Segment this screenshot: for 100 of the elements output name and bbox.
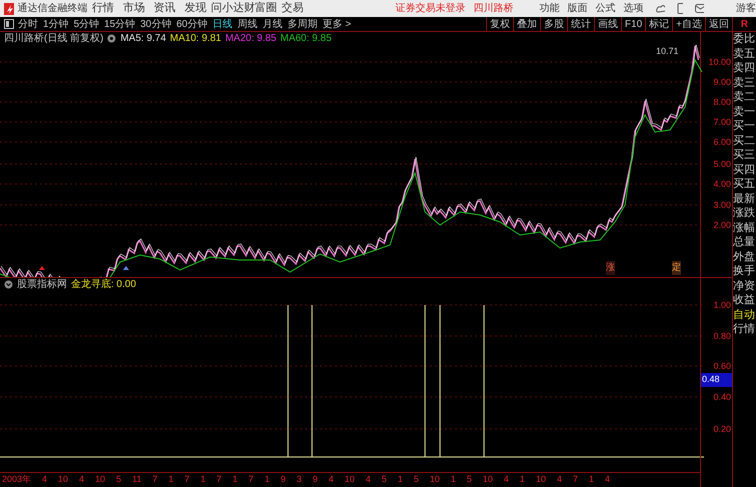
panel-toggle-icon[interactable]	[4, 19, 14, 29]
current-value-label: 0.48	[701, 373, 732, 386]
date-label: 7	[184, 473, 190, 486]
quote-tab[interactable]: 买一	[733, 119, 756, 134]
date-label: 10	[430, 473, 440, 486]
menu-item[interactable]: 发现	[180, 0, 211, 17]
indicator-name: 股票指标网	[17, 278, 67, 292]
date-label: 7	[216, 473, 222, 486]
quote-tab[interactable]: 总量	[733, 235, 756, 250]
price-axis-label: 9.00	[713, 76, 731, 89]
menu-item[interactable]: 版面	[568, 1, 588, 16]
date-label: 11	[132, 473, 142, 486]
cloud-icon[interactable]	[656, 4, 665, 14]
date-label: 2003年	[2, 473, 32, 486]
quote-tab[interactable]: 卖五	[733, 46, 756, 61]
quote-tab[interactable]: 买三	[733, 148, 756, 162]
date-label: 10	[58, 473, 68, 486]
date-label: 1	[520, 473, 525, 486]
corner-label[interactable]: R	[732, 17, 756, 31]
price-axis-label: 10.00	[708, 56, 731, 69]
menu-item[interactable]: 问小达	[210, 0, 244, 17]
date-label: 5	[116, 473, 122, 486]
high-price-label: 10.71	[656, 45, 679, 58]
collapse-icon[interactable]	[4, 280, 13, 289]
menu-item[interactable]: 交易	[276, 0, 308, 17]
login-status[interactable]: 证券交易未登录	[396, 1, 466, 16]
date-label: 9	[312, 473, 318, 486]
date-label: 4	[556, 473, 562, 486]
period-tab[interactable]: 多周期	[288, 16, 318, 32]
period-tab[interactable]: 周线	[238, 16, 258, 32]
quote-tab[interactable]: 行情	[733, 322, 756, 336]
date-label: 7	[248, 473, 254, 486]
ma-value: MA10: 9.81	[170, 32, 222, 46]
menu-item[interactable]: 市场	[118, 0, 150, 17]
indicator-axis-label: 0.20	[713, 423, 731, 436]
period-tab[interactable]: 月线	[262, 16, 282, 32]
quote-tab[interactable]: 委比	[733, 32, 756, 46]
date-label: 4	[604, 473, 610, 486]
period-tab[interactable]: 60分钟	[176, 16, 208, 32]
menu-item[interactable]: 功能	[540, 1, 560, 16]
quote-tab[interactable]: 涨跌	[733, 206, 756, 220]
mail-icon[interactable]	[695, 4, 704, 13]
quote-tab[interactable]: 卖一	[733, 104, 756, 119]
toolbar-button[interactable]: 复权	[486, 17, 513, 31]
quote-tab[interactable]: 换手	[733, 264, 756, 278]
date-label: 10	[536, 473, 546, 486]
date-label: 1	[264, 473, 270, 486]
quote-tab[interactable]: 净资	[733, 278, 756, 293]
date-label: 10	[344, 473, 355, 486]
gear-icon[interactable]	[107, 34, 116, 43]
toolbar-button[interactable]: 叠加	[512, 17, 540, 31]
ma-value: MA5: 9.74	[120, 32, 166, 46]
quote-tab[interactable]: 涨幅	[733, 220, 756, 235]
event-badge: 涨	[606, 261, 615, 274]
period-tab[interactable]: 1分钟	[43, 16, 69, 32]
date-label: 10	[482, 473, 493, 486]
date-label: 1	[232, 473, 238, 486]
menu-item[interactable]: 行情	[88, 0, 119, 17]
menu-item[interactable]: 选项	[624, 1, 644, 16]
date-label: 10	[95, 473, 106, 486]
app-title: 通达信金融终端	[18, 2, 88, 16]
toolbar-button[interactable]: 多股	[540, 17, 567, 31]
quote-tab[interactable]: 买四	[733, 162, 756, 177]
quote-tab[interactable]: 收益	[733, 293, 756, 308]
period-tab[interactable]: 分时	[18, 16, 38, 32]
app-logo-icon	[4, 2, 14, 14]
ma-value: MA60: 9.85	[280, 32, 332, 46]
quote-tab[interactable]: 最新	[733, 192, 756, 206]
indicator-axis-label: 0.40	[713, 391, 731, 404]
period-tab[interactable]: 日线	[212, 16, 232, 32]
quote-tab[interactable]: 卖三	[733, 76, 756, 90]
period-tab[interactable]: 5分钟	[74, 16, 100, 32]
quote-tab[interactable]: 卖四	[733, 61, 756, 76]
date-label: 4	[328, 473, 334, 486]
toolbar-button[interactable]: 标记	[645, 17, 672, 31]
indicator-axis-label: 0.80	[713, 330, 731, 343]
date-label: 1	[450, 473, 456, 486]
date-label: 4	[42, 473, 48, 486]
toolbar-button[interactable]: 统计	[566, 17, 594, 31]
quote-tab[interactable]: 外盘	[733, 250, 756, 264]
toolbar-button[interactable]: F10	[620, 17, 646, 31]
mode-tab[interactable]: 自动	[733, 308, 756, 322]
quote-tab[interactable]: 买五	[733, 177, 756, 192]
period-tab[interactable]: 更多 >	[322, 16, 352, 32]
date-label: 7	[572, 473, 578, 486]
marker-icon	[122, 265, 130, 271]
quote-tab[interactable]: 卖二	[733, 90, 756, 104]
event-badge: 定	[672, 261, 681, 274]
menu-item[interactable]: 公式	[596, 1, 616, 16]
user-label[interactable]: 游客	[736, 1, 756, 16]
date-label: 4	[504, 473, 509, 486]
menu-item[interactable]: 资讯	[149, 0, 180, 17]
period-tab[interactable]: 30分钟	[140, 16, 172, 32]
date-label: 7	[152, 473, 158, 486]
toolbar-button[interactable]: 画线	[594, 17, 621, 31]
menu-item[interactable]: 财富圈	[244, 0, 277, 17]
toolbar-button[interactable]: 返回	[705, 17, 732, 31]
toolbar-button[interactable]: +自选	[672, 17, 705, 31]
quote-tab[interactable]: 买二	[733, 134, 756, 148]
period-tab[interactable]: 15分钟	[104, 16, 136, 32]
